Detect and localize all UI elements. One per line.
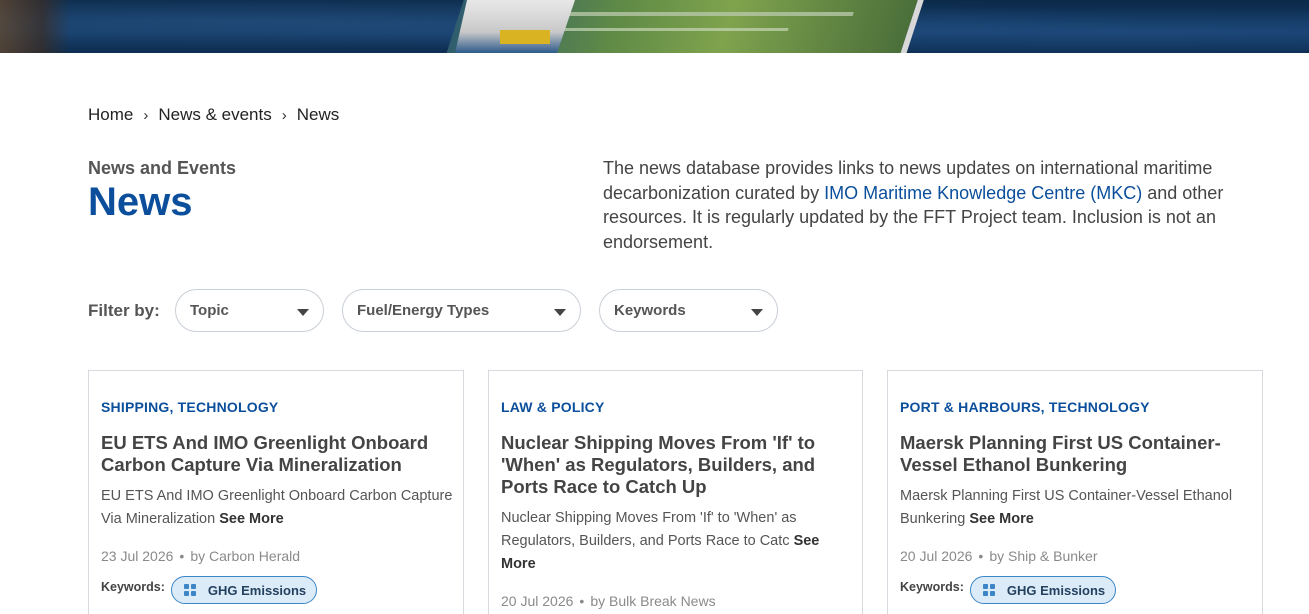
card-meta: 23 Jul 2026 • by Carbon Herald xyxy=(101,548,300,564)
chevron-right-icon: › xyxy=(281,106,287,124)
page-eyebrow: News and Events xyxy=(88,158,237,178)
card-description: EU ETS And IMO Greenlight Onboard Carbon… xyxy=(101,485,453,531)
card-title[interactable]: Maersk Planning First US Container-Vesse… xyxy=(900,432,1250,476)
coastline xyxy=(0,0,70,53)
card-keywords: Keywords: GHG Emissions xyxy=(900,576,1117,604)
card-source: by Bulk Break News xyxy=(590,593,716,609)
intro-text: The news database provides links to news… xyxy=(603,156,1243,254)
mkc-link[interactable]: IMO Maritime Knowledge Centre (MKC) xyxy=(824,183,1142,203)
card-description: Nuclear Shipping Moves From 'If' to 'Whe… xyxy=(501,507,821,576)
keywords-label: Keywords: xyxy=(101,580,165,594)
card-title[interactable]: EU ETS And IMO Greenlight Onboard Carbon… xyxy=(101,432,451,476)
card-description: Maersk Planning First US Container-Vesse… xyxy=(900,485,1252,531)
card-source: by Ship & Bunker xyxy=(989,548,1098,564)
card-description-text: Maersk Planning First US Container-Vesse… xyxy=(900,488,1233,527)
keyword-chip-label: GHG Emissions xyxy=(1006,582,1106,598)
keyword-chip[interactable]: GHG Emissions xyxy=(969,576,1117,604)
card-description-text: Nuclear Shipping Moves From 'If' to 'Whe… xyxy=(501,510,797,549)
meta-separator: • xyxy=(978,548,984,564)
meta-separator: • xyxy=(579,593,585,609)
card-category[interactable]: PORT & HARBOURS, TECHNOLOGY xyxy=(900,399,1150,415)
fuel-filter-dropdown[interactable]: Fuel/Energy Types xyxy=(342,289,581,332)
hero-banner xyxy=(0,0,1309,53)
chevron-right-icon: › xyxy=(143,106,149,124)
dropdown-caret-icon xyxy=(751,309,763,316)
grid-icon xyxy=(183,584,196,596)
card-meta: 20 Jul 2026 • by Ship & Bunker xyxy=(900,548,1097,564)
card-source: by Carbon Herald xyxy=(190,548,301,564)
news-card[interactable]: SHIPPING, TECHNOLOGY EU ETS And IMO Gree… xyxy=(88,370,464,614)
filter-label: Filter by: xyxy=(88,301,160,320)
grid-icon xyxy=(982,584,995,596)
news-card[interactable]: PORT & HARBOURS, TECHNOLOGY Maersk Plann… xyxy=(887,370,1263,614)
breadcrumb-home[interactable]: Home xyxy=(88,105,133,125)
breadcrumb: Home › News & events › News xyxy=(88,105,339,125)
keyword-chip[interactable]: GHG Emissions xyxy=(170,576,318,604)
breadcrumb-news-events[interactable]: News & events xyxy=(158,105,271,125)
card-category[interactable]: LAW & POLICY xyxy=(501,399,605,415)
dropdown-caret-icon xyxy=(297,309,309,316)
dropdown-caret-icon xyxy=(554,309,566,316)
page-title: News xyxy=(88,180,193,224)
keyword-chip-label: GHG Emissions xyxy=(207,582,307,598)
keywords-filter-label: Keywords xyxy=(614,302,686,319)
card-title[interactable]: Nuclear Shipping Moves From 'If' to 'Whe… xyxy=(501,432,851,498)
see-more-link[interactable]: See More xyxy=(219,511,283,527)
topic-filter-label: Topic xyxy=(190,302,229,319)
card-date: 20 Jul 2026 xyxy=(900,548,973,564)
news-card[interactable]: LAW & POLICY Nuclear Shipping Moves From… xyxy=(488,370,863,614)
card-date: 20 Jul 2026 xyxy=(501,593,574,609)
keywords-label: Keywords: xyxy=(900,580,964,594)
card-meta: 20 Jul 2026 • by Bulk Break News xyxy=(501,593,716,609)
ship-funnel xyxy=(500,30,550,44)
card-keywords: Keywords: GHG Emissions xyxy=(101,576,318,604)
topic-filter-dropdown[interactable]: Topic xyxy=(175,289,324,332)
see-more-link[interactable]: See More xyxy=(969,511,1033,527)
meta-separator: • xyxy=(179,548,185,564)
ship-bridge xyxy=(455,0,575,53)
card-date: 23 Jul 2026 xyxy=(101,548,174,564)
breadcrumb-current: News xyxy=(296,105,340,124)
card-category[interactable]: SHIPPING, TECHNOLOGY xyxy=(101,399,278,415)
keywords-filter-dropdown[interactable]: Keywords xyxy=(599,289,778,332)
fuel-filter-label: Fuel/Energy Types xyxy=(357,302,490,319)
